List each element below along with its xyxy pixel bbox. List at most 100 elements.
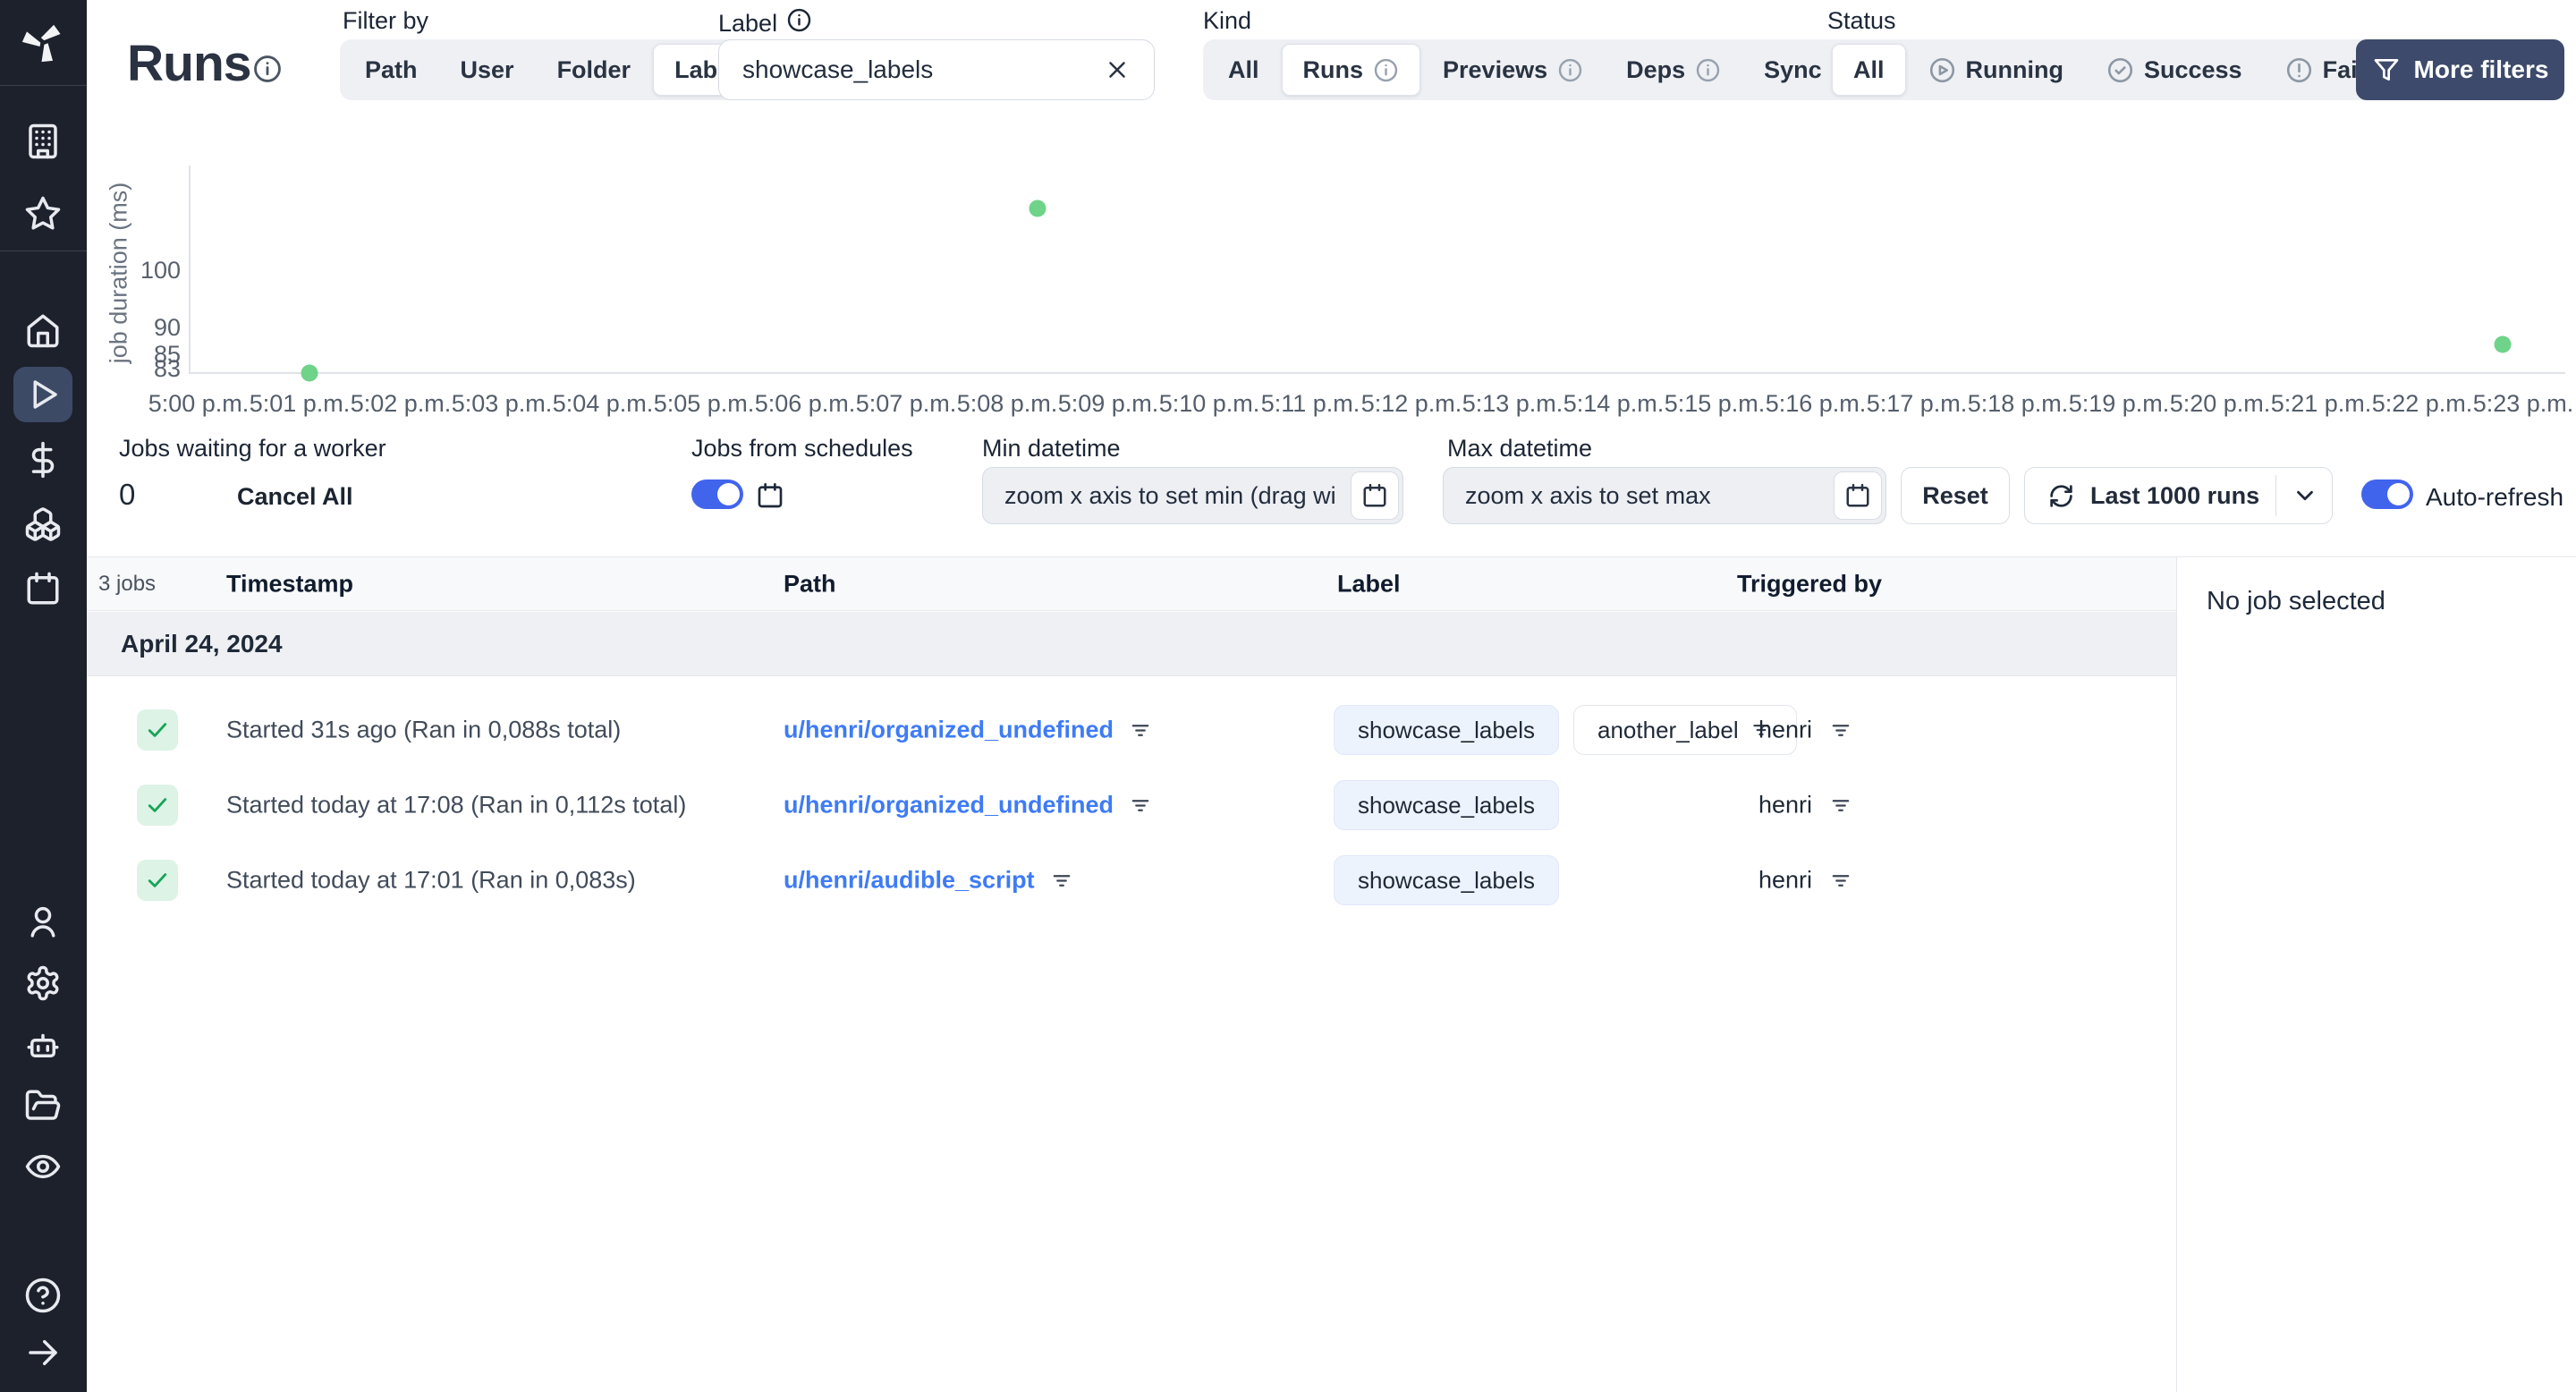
- calendar-icon[interactable]: [1351, 471, 1399, 520]
- table-row[interactable]: Started 31s ago (Ran in 0,088s total) u/h…: [87, 692, 2176, 768]
- sidebar-item-help-circle[interactable]: [13, 1268, 72, 1323]
- calendar-icon: [756, 481, 784, 514]
- option-label: Folder: [556, 55, 631, 83]
- label-filter-input[interactable]: showcase_labels: [718, 39, 1155, 100]
- option-user[interactable]: User: [440, 44, 535, 96]
- sidebar-item-settings-gear[interactable]: [13, 955, 72, 1011]
- sidebar-item-robot[interactable]: [13, 1017, 72, 1073]
- x-tick: 5:04 p.m.: [552, 390, 654, 417]
- job-labels-cell: showcase_labels: [1334, 780, 1560, 830]
- more-filters-button[interactable]: More filters: [2356, 39, 2564, 100]
- kind-label: Kind: [1203, 7, 1252, 34]
- option-deps[interactable]: Deps: [1606, 44, 1741, 96]
- sidebar-item-folder[interactable]: [13, 1078, 72, 1133]
- table-header: 3 jobs Timestamp Path Label Triggered by: [87, 557, 2176, 611]
- jobs-table: 3 jobs Timestamp Path Label Triggered by…: [87, 556, 2176, 1392]
- filter-lines-icon[interactable]: [1128, 793, 1153, 818]
- x-tick: 5:03 p.m.: [451, 390, 553, 417]
- runs-window-select[interactable]: Last 1000 runs: [2024, 467, 2333, 524]
- sidebar-item-eye[interactable]: [13, 1139, 72, 1194]
- sidebar-item-calendar[interactable]: [13, 561, 72, 616]
- x-tick: 5:10 p.m.: [1158, 390, 1260, 417]
- min-datetime-input[interactable]: zoom x axis to set min (drag wi: [982, 467, 1403, 524]
- auto-refresh-toggle[interactable]: [2361, 480, 2413, 509]
- sidebar-item-arrow-right[interactable]: [13, 1325, 72, 1380]
- job-triggered-by-cell: henri: [1758, 717, 1853, 744]
- triggered-by-name: henri: [1758, 866, 1813, 894]
- scatter-point[interactable]: [301, 364, 318, 382]
- dollar-sign-icon: [31, 441, 55, 479]
- filter-lines-icon[interactable]: [1828, 793, 1853, 818]
- job-triggered-by-cell: henri: [1758, 867, 1853, 895]
- option-runs[interactable]: Runs: [1281, 44, 1421, 96]
- chart-x-axis: [189, 372, 2565, 374]
- sidebar-item-user[interactable]: [13, 895, 72, 950]
- play-circle-icon: [1929, 57, 1954, 82]
- option-all[interactable]: All: [1832, 44, 1906, 96]
- option-path[interactable]: Path: [344, 44, 438, 96]
- path-link[interactable]: u/henri/organized_undefined: [784, 792, 1114, 819]
- sidebar-item-star[interactable]: [13, 186, 72, 242]
- sidebar-item-building[interactable]: [13, 114, 72, 169]
- scatter-point[interactable]: [2494, 335, 2512, 353]
- option-previews[interactable]: Previews: [1422, 44, 1604, 96]
- y-tick: 90: [153, 314, 181, 341]
- path-link[interactable]: u/henri/audible_script: [784, 867, 1035, 895]
- filter-lines-icon[interactable]: [1128, 717, 1153, 743]
- label-filter-value: showcase_labels: [742, 55, 934, 83]
- clear-icon[interactable]: [1104, 56, 1131, 83]
- chevron-down-icon: [2297, 490, 2313, 501]
- sidebar-item-dollar-sign[interactable]: [13, 432, 72, 488]
- reset-button[interactable]: Reset: [1901, 467, 2010, 524]
- option-success[interactable]: Success: [2086, 44, 2263, 96]
- job-path-cell: u/henri/organized_undefined: [784, 792, 1153, 819]
- label-badge-text: showcase_labels: [1358, 866, 1536, 894]
- sidebar-item-boxes[interactable]: [13, 497, 72, 552]
- check-icon: [148, 873, 167, 887]
- table-row[interactable]: Started today at 17:08 (Ran in 0,112s to…: [87, 768, 2176, 843]
- more-filters-label: More filters: [2413, 55, 2549, 83]
- runs-window-label: Last 1000 runs: [2090, 481, 2260, 509]
- cancel-all-button[interactable]: Cancel All: [237, 483, 353, 511]
- x-tick: 5:19 p.m.: [2068, 390, 2170, 417]
- x-tick: 5:02 p.m.: [350, 390, 452, 417]
- filter-lines-icon[interactable]: [1828, 717, 1853, 743]
- path-link[interactable]: u/henri/organized_undefined: [784, 717, 1114, 744]
- date-group-row: April 24, 2024: [87, 612, 2176, 676]
- column-header-label: Label: [1337, 570, 1401, 597]
- option-running[interactable]: Running: [1908, 44, 2084, 96]
- label-badge[interactable]: showcase_labels: [1334, 855, 1560, 905]
- option-folder[interactable]: Folder: [537, 44, 652, 96]
- scatter-point[interactable]: [1029, 199, 1046, 217]
- jobs-waiting-label: Jobs waiting for a worker: [119, 435, 386, 462]
- sidebar-item-play[interactable]: [13, 367, 72, 422]
- info-icon[interactable]: [786, 7, 812, 39]
- filter-lines-icon[interactable]: [1828, 868, 1853, 893]
- chart-y-axis: [189, 166, 191, 373]
- x-tick: 5:20 p.m.: [2169, 390, 2271, 417]
- status-success-badge: [137, 785, 178, 826]
- job-triggered-by-cell: henri: [1758, 792, 1853, 819]
- max-datetime-label: Max datetime: [1447, 435, 1593, 462]
- filter-lines-icon[interactable]: [1049, 868, 1074, 893]
- windmill-logo[interactable]: [20, 20, 66, 71]
- x-tick: 5:23 p.m.: [2472, 390, 2574, 417]
- y-tick: 100: [140, 257, 181, 284]
- arrow-right-icon: [29, 1340, 57, 1365]
- label-badge[interactable]: showcase_labels: [1334, 705, 1560, 755]
- info-icon: [787, 8, 811, 32]
- label-badge[interactable]: showcase_labels: [1334, 780, 1560, 830]
- max-datetime-input[interactable]: zoom x axis to set max: [1443, 467, 1886, 524]
- calendar-icon[interactable]: [1834, 471, 1882, 520]
- info-icon[interactable]: [252, 54, 283, 89]
- table-rows: Started 31s ago (Ran in 0,088s total) u/h…: [87, 676, 2176, 918]
- refresh-icon: [2050, 484, 2072, 507]
- x-icon[interactable]: [1104, 56, 1131, 83]
- option-all[interactable]: All: [1208, 44, 1280, 96]
- table-row[interactable]: Started today at 17:01 (Ran in 0,083s) u/…: [87, 843, 2176, 918]
- chevron-down-icon[interactable]: [2292, 482, 2318, 509]
- jobs-from-schedules-label: Jobs from schedules: [691, 435, 913, 462]
- jobs-from-schedules-toggle[interactable]: [691, 480, 743, 509]
- sidebar-item-home[interactable]: [13, 302, 72, 358]
- option-label: Success: [2143, 55, 2242, 83]
